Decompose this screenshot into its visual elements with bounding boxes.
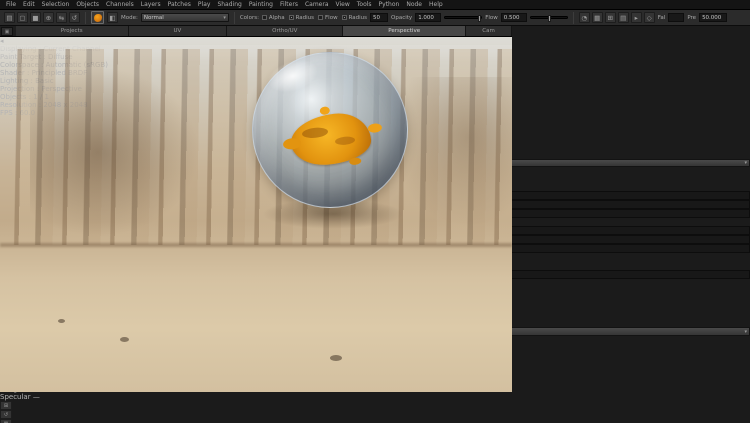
projection-button-group: ◔▦⊞▤▸◇ — [579, 12, 655, 23]
checkbox-box — [318, 15, 323, 20]
channel-meta: — — [33, 393, 40, 401]
file-action-icon[interactable]: ■ — [30, 12, 41, 23]
chevron-down-icon: ▾ — [744, 160, 747, 166]
viewport-tab[interactable]: UV — [129, 26, 228, 36]
canvas-strip-handle[interactable]: ◂ — [0, 37, 512, 45]
main-toolbar: ▤▢■⊕⇆↺ ◧ Mode: Normal ▾ Colors: AlphaRad… — [0, 10, 750, 26]
checkbox-box — [342, 15, 347, 20]
menu-item[interactable]: Selection — [42, 1, 70, 8]
file-action-icon[interactable]: ⇆ — [56, 12, 67, 23]
viewport-tab[interactable]: Projects — [16, 26, 129, 36]
cliff-shadow — [390, 77, 512, 227]
channel-tool-icon[interactable]: ⊞ — [0, 401, 12, 410]
toolbar-separator — [85, 12, 86, 24]
option-checkbox[interactable]: Radius — [342, 15, 367, 21]
file-action-icon[interactable]: ▤ — [4, 12, 15, 23]
menu-item[interactable]: File — [6, 1, 16, 8]
projection-action-icon[interactable]: ▤ — [618, 12, 629, 23]
projection-action-icon[interactable]: ▸ — [631, 12, 642, 23]
menu-item[interactable]: Python — [379, 1, 400, 8]
flow-slider[interactable] — [530, 16, 568, 19]
slider-knob[interactable] — [548, 15, 551, 22]
paint-tool-button[interactable] — [91, 11, 104, 24]
mode-label: Mode: — [121, 15, 138, 21]
cliff-shadow — [30, 67, 200, 237]
paint-blob-icon — [94, 14, 102, 22]
menu-item[interactable]: Help — [429, 1, 443, 8]
paint-canvas-viewport[interactable]: ◂ Displaying : Current ChannelPaint Targ… — [0, 37, 512, 392]
menubar: File Edit Selection Objects Channels Layers Pa… — [0, 0, 750, 10]
flow-field[interactable]: 0.500 — [501, 13, 527, 22]
channel-name: Specular — [0, 393, 31, 401]
pebble — [58, 319, 65, 323]
menu-item[interactable]: Patches — [168, 1, 191, 8]
option-checkbox[interactable]: Flow — [318, 15, 338, 21]
viewport-tab[interactable]: Ortho/UV — [227, 26, 343, 36]
radius-field[interactable]: 50 — [370, 13, 388, 22]
menu-item[interactable]: Shading — [217, 1, 241, 8]
file-action-icon[interactable]: ▢ — [17, 12, 28, 23]
menu-item[interactable]: Layers — [141, 1, 161, 8]
orange-paint-splat — [280, 103, 386, 179]
glass-sphere-model[interactable] — [252, 52, 408, 208]
projection-action-icon[interactable]: ⊞ — [605, 12, 616, 23]
option-checkbox[interactable]: Radius — [289, 15, 314, 21]
opacity-label: Opacity — [391, 15, 412, 21]
menu-item[interactable]: View — [336, 1, 350, 8]
pressure-label: Pre — [687, 15, 696, 21]
orange-paint-puddle — [91, 289, 315, 349]
chevron-down-icon: ▾ — [223, 15, 226, 21]
mari-application-window: File Edit Selection Objects Channels Layers Pa… — [0, 0, 750, 423]
projection-action-icon[interactable]: ◔ — [579, 12, 590, 23]
projection-action-icon[interactable]: ▦ — [592, 12, 603, 23]
checkbox-label: Alpha — [269, 15, 285, 21]
mode-value: Normal — [144, 15, 164, 21]
flow-label: Flow — [485, 15, 498, 21]
viewport-tab-bar: ▣ ProjectsUVOrtho/UVPerspectiveCam — [0, 26, 512, 37]
menu-item[interactable]: Channels — [106, 1, 134, 8]
menu-item[interactable]: Play — [198, 1, 211, 8]
checkbox-box — [289, 15, 294, 20]
slider-knob[interactable] — [478, 15, 481, 22]
pebble — [330, 355, 342, 361]
colors-label: Colors: — [240, 15, 259, 21]
viewport-menu-button[interactable]: ▣ — [1, 27, 13, 36]
checkbox-label: Flow — [325, 15, 338, 21]
pressure-field[interactable]: 50.000 — [699, 13, 727, 22]
checkbox-label: Radius — [296, 15, 314, 21]
opacity-slider[interactable] — [444, 16, 482, 19]
falloff-field[interactable] — [668, 13, 684, 22]
menu-item[interactable]: Filters — [280, 1, 298, 8]
menu-item[interactable]: Camera — [305, 1, 329, 8]
channel-tool-icon[interactable]: ↺ — [0, 410, 12, 419]
opacity-field[interactable]: 1.000 — [415, 13, 441, 22]
falloff-label: Fal — [658, 15, 666, 21]
menu-item[interactable]: Node — [406, 1, 422, 8]
channel-row[interactable]: Specular — — [0, 393, 750, 401]
menu-item[interactable]: Tools — [357, 1, 372, 8]
channel-tools-row: ⊞↺▦ — [0, 401, 750, 423]
file-button-group: ▤▢■⊕⇆↺ — [4, 12, 80, 23]
projection-action-icon[interactable]: ◇ — [644, 12, 655, 23]
paint-option-checkboxes: Alpha Radius Flow Radius — [262, 15, 367, 21]
file-action-icon[interactable]: ↺ — [69, 12, 80, 23]
toolbar-separator — [234, 12, 235, 24]
file-action-icon[interactable]: ⊕ — [43, 12, 54, 23]
menu-item[interactable]: Painting — [249, 1, 273, 8]
checkbox-label: Radius — [349, 15, 367, 21]
viewport-tab[interactable]: Perspective — [343, 26, 466, 36]
sand-line — [0, 243, 512, 247]
channel-tool-icon[interactable]: ▦ — [0, 419, 12, 423]
checkbox-box — [262, 15, 267, 20]
menu-item[interactable]: Objects — [76, 1, 99, 8]
mode-dropdown[interactable]: Normal ▾ — [141, 13, 229, 22]
menu-item[interactable]: Edit — [23, 1, 35, 8]
option-checkbox[interactable]: Alpha — [262, 15, 285, 21]
eraser-tool-button[interactable]: ◧ — [107, 12, 118, 23]
chevron-down-icon: ▾ — [744, 329, 747, 335]
viewport-tab[interactable]: Cam — [466, 26, 512, 36]
toolbar-separator — [573, 12, 574, 24]
